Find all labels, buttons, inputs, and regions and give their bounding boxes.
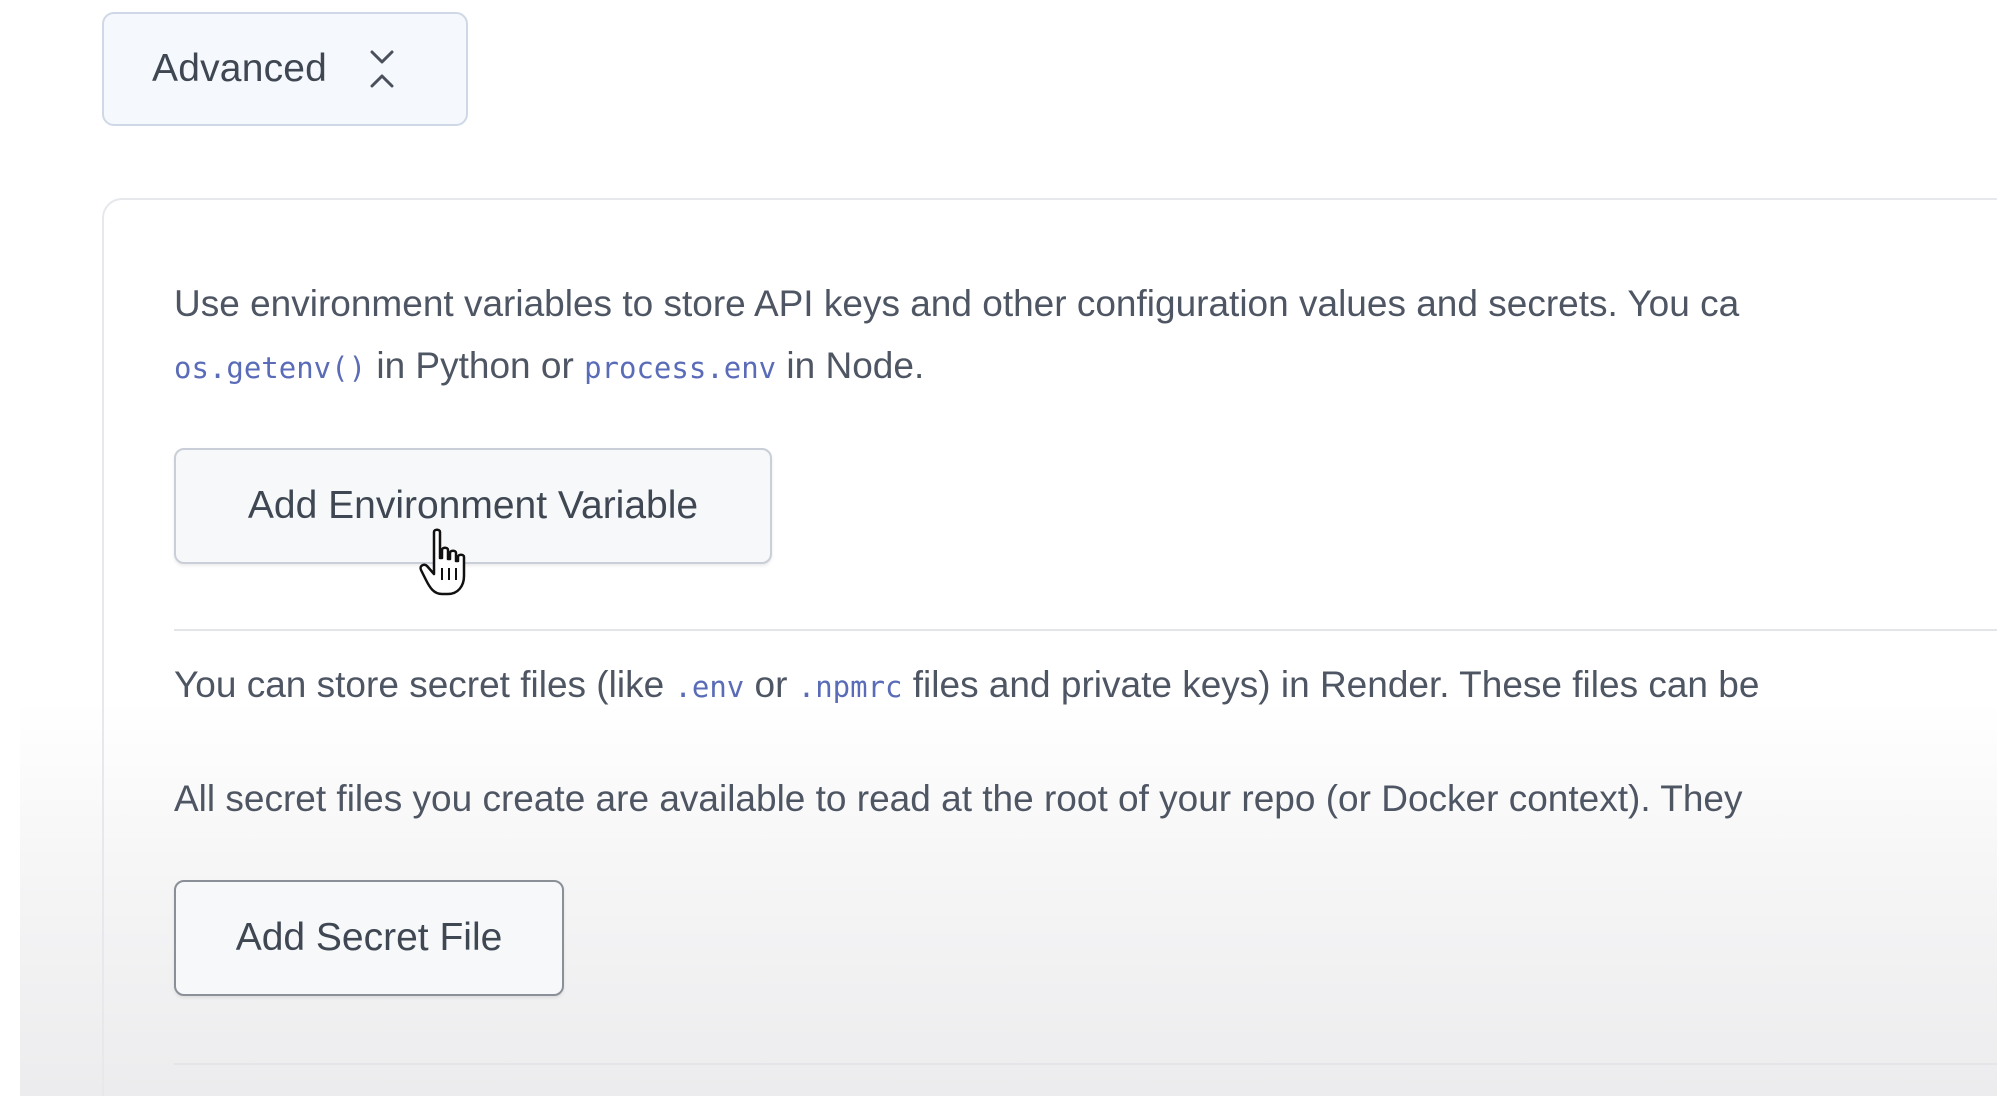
- env-description-line1: Use environment variables to store API k…: [174, 283, 1740, 324]
- bottom-divider: [174, 1063, 1997, 1065]
- section-divider: [174, 629, 1997, 631]
- secret-text-2: or: [744, 664, 798, 705]
- hand-pointer-icon: [419, 528, 466, 596]
- advanced-toggle-button[interactable]: Advanced: [102, 12, 468, 126]
- add-secret-file-label: Add Secret File: [235, 916, 503, 959]
- add-environment-variable-label: Add Environment Variable: [247, 484, 699, 527]
- env-text-node: in Node.: [776, 345, 925, 386]
- secret-text-1: You can store secret files (like: [174, 664, 675, 705]
- secret-description-line2: All secret files you create are availabl…: [174, 778, 1743, 819]
- code-npmrc: .npmrc: [797, 670, 903, 704]
- secret-description-line1: You can store secret files (like .env or…: [174, 663, 1759, 709]
- code-os-getenv: os.getenv(): [174, 351, 367, 385]
- advanced-label: Advanced: [152, 47, 328, 90]
- chevron-collapse-icon: [370, 50, 394, 88]
- env-text-python: in Python or: [366, 345, 585, 386]
- page: Advanced Use environment variables to st…: [0, 0, 1997, 1096]
- add-secret-file-button[interactable]: Add Secret File: [174, 880, 564, 996]
- code-env: .env: [674, 670, 745, 704]
- secret-text-3: files and private keys) in Render. These…: [902, 664, 1760, 705]
- add-environment-variable-button[interactable]: Add Environment Variable: [174, 448, 772, 564]
- code-process-env: process.env: [584, 351, 777, 385]
- env-description-line2: os.getenv() in Python or process.env in …: [174, 344, 924, 390]
- left-margin: [0, 0, 20, 1096]
